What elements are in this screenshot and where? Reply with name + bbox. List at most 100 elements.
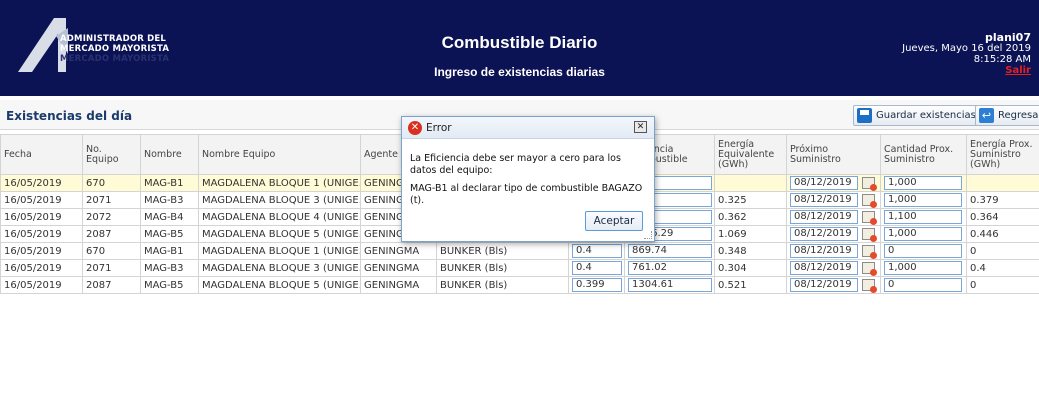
logo-ghost-text: MERCADO MAYORISTA bbox=[60, 54, 170, 64]
cell-energia-prox: 0.364 bbox=[966, 208, 1039, 226]
accept-button[interactable]: Aceptar bbox=[585, 211, 643, 231]
column-header: Nombre Equipo bbox=[198, 134, 361, 175]
cell-energia: 0.304 bbox=[714, 259, 787, 277]
cell-proximo: 08/12/2019 bbox=[786, 225, 881, 243]
calendar-icon[interactable] bbox=[862, 228, 877, 242]
eficiencia-input[interactable]: 0.399 bbox=[572, 278, 622, 292]
cell-fecha: 16/05/2019 bbox=[0, 242, 83, 260]
cell-nombre-equipo: MAGDALENA BLOQUE 3 (UNIGE... bbox=[198, 191, 361, 209]
column-header: Próximo Suministro bbox=[786, 134, 881, 175]
current-date: Jueves, Mayo 16 del 2019 bbox=[902, 43, 1031, 54]
calendar-icon[interactable] bbox=[862, 245, 877, 259]
logout-link[interactable]: Salir bbox=[902, 65, 1031, 76]
cell-fecha: 16/05/2019 bbox=[0, 225, 83, 243]
cell-equipo: 2071 bbox=[82, 259, 141, 277]
cell-nombre-equipo: MAGDALENA BLOQUE 5 (UNIGE... bbox=[198, 276, 361, 294]
cell-energia-prox: 0 bbox=[966, 276, 1039, 294]
proximo-input[interactable]: 08/12/2019 bbox=[790, 193, 858, 207]
cell-energia bbox=[714, 174, 787, 192]
proximo-input[interactable]: 08/12/2019 bbox=[790, 278, 858, 292]
proximo-input[interactable]: 08/12/2019 bbox=[790, 244, 858, 258]
cantidad-input[interactable]: 761.02 bbox=[628, 261, 712, 275]
cant-prox-input[interactable]: 0 bbox=[884, 244, 962, 258]
calendar-icon[interactable] bbox=[862, 279, 877, 293]
cell-energia: 1.069 bbox=[714, 225, 787, 243]
calendar-icon[interactable] bbox=[862, 177, 877, 191]
calendar-icon[interactable] bbox=[862, 262, 877, 276]
cell-proximo: 08/12/2019 bbox=[786, 242, 881, 260]
cell-tipo: BUNKER (Bls) bbox=[436, 242, 569, 260]
calendar-icon[interactable] bbox=[862, 194, 877, 208]
cant-prox-input[interactable]: 1,000 bbox=[884, 227, 962, 241]
dialog-detail-text: MAG-B1 al declarar tipo de combustible B… bbox=[410, 183, 643, 206]
cell-equipo: 2087 bbox=[82, 276, 141, 294]
cell-equipo: 670 bbox=[82, 242, 141, 260]
save-button-label: Guardar existencias bbox=[876, 110, 976, 121]
cell-nombre-equipo: MAGDALENA BLOQUE 5 (UNIGE... bbox=[198, 225, 361, 243]
cell-agente: GENINGMA bbox=[360, 276, 437, 294]
cell-cant-prox: 1,000 bbox=[880, 174, 967, 192]
back-button[interactable]: ↩ Regresar bbox=[975, 105, 1039, 126]
cell-agente: GENINGMA bbox=[360, 259, 437, 277]
proximo-input[interactable]: 08/12/2019 bbox=[790, 210, 858, 224]
cell-nombre: MAG-B5 bbox=[140, 225, 199, 243]
cell-eficiencia: 0.4 bbox=[568, 259, 625, 277]
cell-energia-prox: 0.4 bbox=[966, 259, 1039, 277]
cant-prox-input[interactable]: 1,000 bbox=[884, 176, 962, 190]
error-icon: ✕ bbox=[408, 121, 422, 135]
cell-equipo: 2087 bbox=[82, 225, 141, 243]
back-button-label: Regresar bbox=[998, 110, 1039, 121]
cell-energia: 0.348 bbox=[714, 242, 787, 260]
table-row[interactable]: 16/05/2019 670 MAG-B1 MAGDALENA BLOQUE 1 (U… bbox=[0, 242, 1039, 260]
error-dialog: ✕ Error ✕ La Eficiencia debe ser mayor a… bbox=[401, 116, 655, 242]
cell-cantidad: 761.02 bbox=[624, 259, 715, 277]
cell-equipo: 2071 bbox=[82, 191, 141, 209]
cell-energia-prox bbox=[966, 174, 1039, 192]
cell-fecha: 16/05/2019 bbox=[0, 259, 83, 277]
cell-energia-prox: 0.446 bbox=[966, 225, 1039, 243]
proximo-input[interactable]: 08/12/2019 bbox=[790, 176, 858, 190]
cant-prox-input[interactable]: 1,000 bbox=[884, 261, 962, 275]
cell-fecha: 16/05/2019 bbox=[0, 208, 83, 226]
user-info: plani07 Jueves, Mayo 16 del 2019 8:15:28… bbox=[902, 32, 1031, 76]
cell-cantidad: 1304.61 bbox=[624, 276, 715, 294]
cell-fecha: 16/05/2019 bbox=[0, 191, 83, 209]
cell-energia-prox: 0 bbox=[966, 242, 1039, 260]
cell-energia: 0.325 bbox=[714, 191, 787, 209]
user-name: plani07 bbox=[985, 31, 1031, 44]
cell-eficiencia: 0.399 bbox=[568, 276, 625, 294]
cell-nombre: MAG-B3 bbox=[140, 259, 199, 277]
table-row[interactable]: 16/05/2019 2087 MAG-B5 MAGDALENA BLOQUE 5 (… bbox=[0, 276, 1039, 294]
cell-nombre-equipo: MAGDALENA BLOQUE 4 (UNIGE... bbox=[198, 208, 361, 226]
close-icon[interactable]: ✕ bbox=[634, 121, 647, 133]
cell-tipo: BUNKER (Bls) bbox=[436, 276, 569, 294]
column-header: Energía Prox. Suministro (GWh) bbox=[966, 134, 1039, 175]
table-row[interactable]: 16/05/2019 2071 MAG-B3 MAGDALENA BLOQUE 3 (… bbox=[0, 259, 1039, 277]
cell-energia: 0.521 bbox=[714, 276, 787, 294]
app-header: ADMINISTRADOR DEL MERCADO MAYORISTA MERC… bbox=[0, 0, 1039, 96]
cell-cant-prox: 1,000 bbox=[880, 225, 967, 243]
cant-prox-input[interactable]: 1,000 bbox=[884, 193, 962, 207]
cell-cant-prox: 0 bbox=[880, 242, 967, 260]
resize-grip-icon[interactable] bbox=[644, 231, 652, 239]
app-subtitle: Ingreso de existencias diarias bbox=[434, 65, 605, 79]
eficiencia-input[interactable]: 0.4 bbox=[572, 244, 622, 258]
cantidad-input[interactable]: 1304.61 bbox=[628, 278, 712, 292]
cant-prox-input[interactable]: 1,100 bbox=[884, 210, 962, 224]
eficiencia-input[interactable]: 0.4 bbox=[572, 261, 622, 275]
calendar-icon[interactable] bbox=[862, 211, 877, 225]
proximo-input[interactable]: 08/12/2019 bbox=[790, 227, 858, 241]
cell-proximo: 08/12/2019 bbox=[786, 174, 881, 192]
app-title: Combustible Diario bbox=[441, 33, 598, 52]
cell-equipo: 2072 bbox=[82, 208, 141, 226]
cant-prox-input[interactable]: 0 bbox=[884, 278, 962, 292]
save-button[interactable]: Guardar existencias bbox=[853, 105, 983, 126]
proximo-input[interactable]: 08/12/2019 bbox=[790, 261, 858, 275]
cell-equipo: 670 bbox=[82, 174, 141, 192]
cell-nombre: MAG-B4 bbox=[140, 208, 199, 226]
cantidad-input[interactable]: 869.74 bbox=[628, 244, 712, 258]
column-header: Energía Equivalente (GWh) bbox=[714, 134, 787, 175]
cell-proximo: 08/12/2019 bbox=[786, 191, 881, 209]
dialog-message: La Eficiencia debe ser mayor a cero para… bbox=[410, 153, 648, 207]
dialog-titlebar: ✕ Error ✕ bbox=[402, 117, 654, 139]
